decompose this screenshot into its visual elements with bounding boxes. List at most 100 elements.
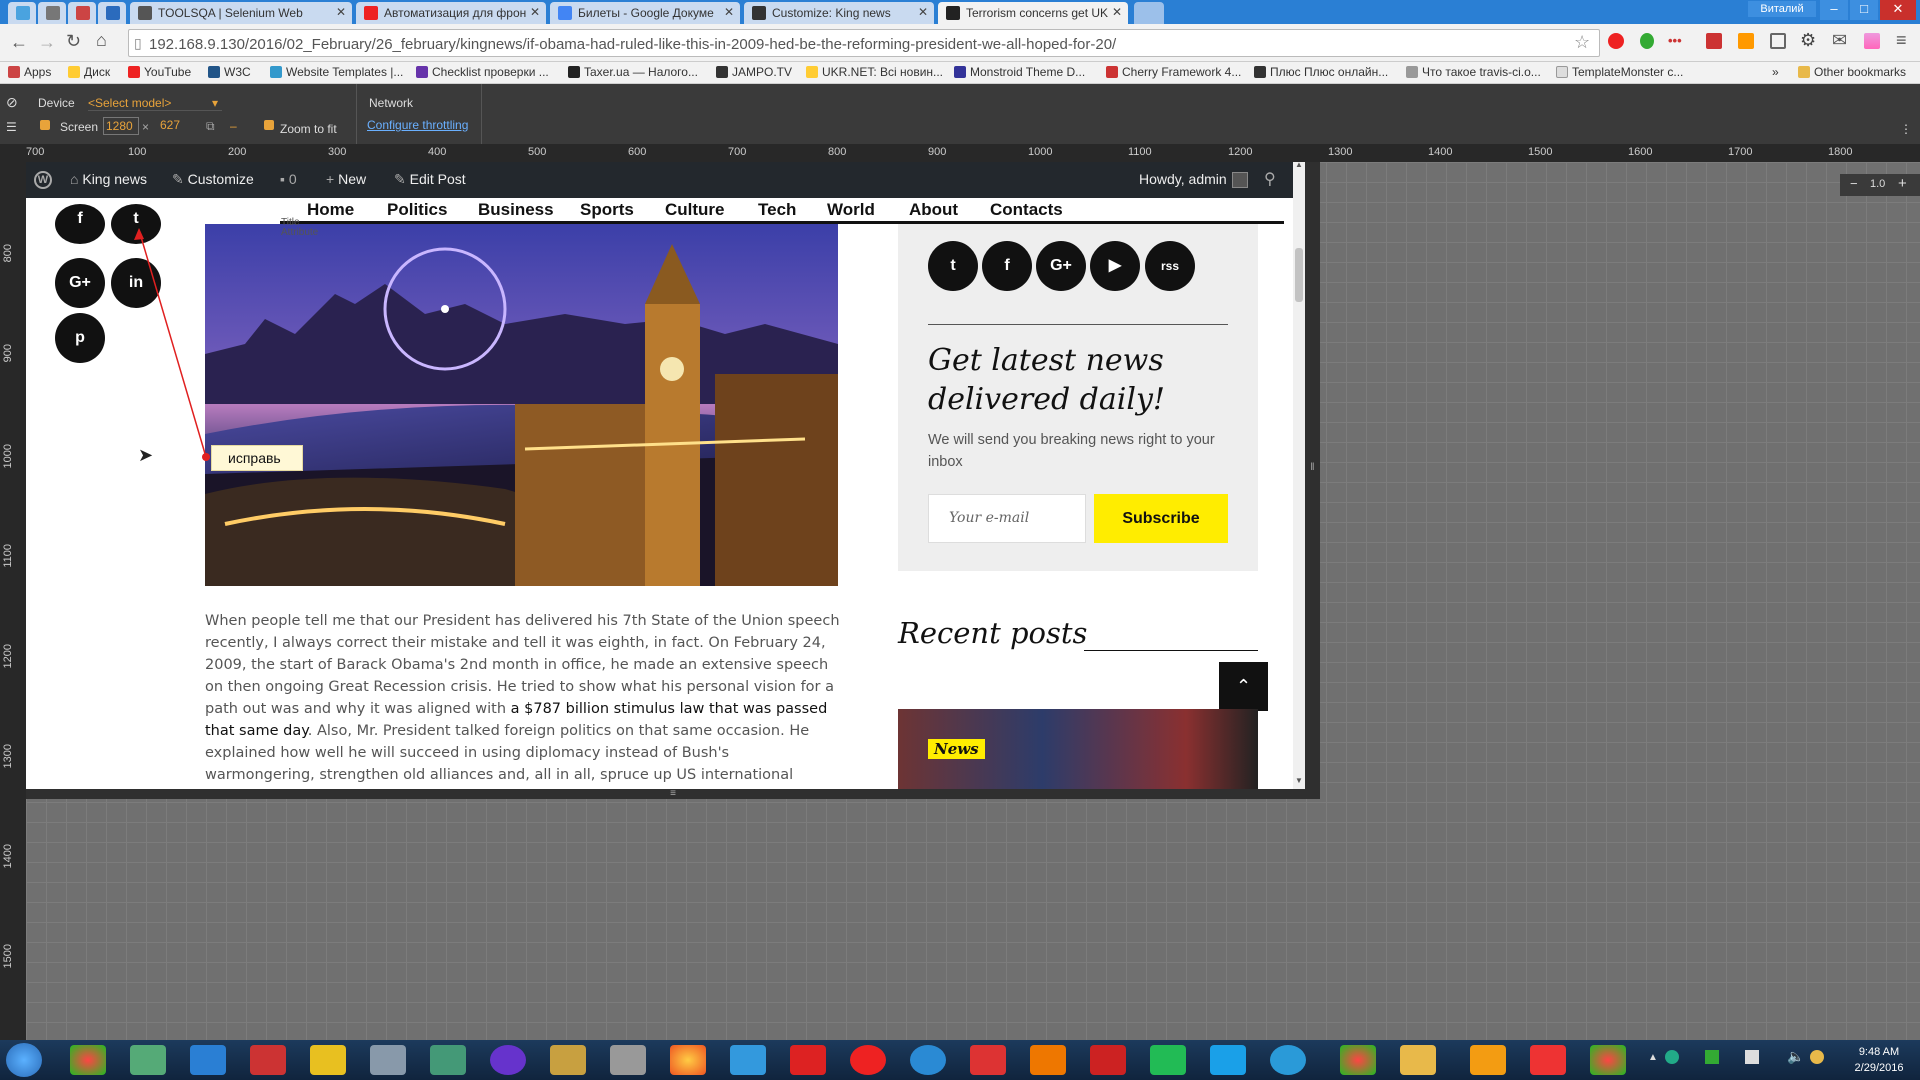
opera-icon[interactable] (850, 1045, 886, 1075)
subscribe-button[interactable]: Subscribe (1094, 494, 1228, 543)
tab-customize[interactable]: Customize: King news ✕ (744, 2, 934, 24)
tab-close-icon[interactable]: ✕ (724, 5, 734, 19)
address-bar[interactable]: ▯ 192.168.9.130/2016/02_February/26_febru… (128, 29, 1600, 57)
chrome-icon-2[interactable] (1590, 1045, 1626, 1075)
system-clock[interactable]: 9:48 AM 2/29/2016 (1846, 1044, 1912, 1076)
tab-close-icon[interactable]: ✕ (530, 5, 540, 19)
mail-icon[interactable]: ✉ (1832, 30, 1847, 51)
sidebar-facebook-icon[interactable]: f (982, 241, 1032, 291)
bookmark-ukrnet[interactable]: UKR.NET: Всі новин... (806, 65, 943, 79)
calculator-icon[interactable] (370, 1045, 406, 1075)
bookmark-apps[interactable]: Apps (8, 65, 51, 79)
reload-icon[interactable]: ↻ (66, 31, 81, 52)
bookmark-travis[interactable]: Что такое travis-ci.o... (1406, 65, 1541, 79)
media-icon[interactable] (490, 1045, 526, 1075)
telegram-icon[interactable] (1270, 1045, 1306, 1075)
configure-throttling-link[interactable]: Configure throttling (367, 118, 468, 132)
archive-icon[interactable] (250, 1045, 286, 1075)
tab-pinned-2[interactable] (38, 2, 66, 24)
sidebar-twitter-icon[interactable]: t (928, 241, 978, 291)
other-bookmarks[interactable]: Other bookmarks (1798, 65, 1906, 79)
bookmark-plus-plus[interactable]: Плюс Плюс онлайн... (1254, 65, 1388, 79)
globe-icon[interactable] (910, 1045, 946, 1075)
swap-dimensions-icon[interactable]: ⧉ (206, 119, 215, 134)
opera-icon[interactable] (1608, 33, 1624, 49)
sublime-icon[interactable] (550, 1045, 586, 1075)
scroll-down-icon[interactable]: ▼ (1295, 776, 1303, 785)
bookmark-templatemonster[interactable]: TemplateMonster c... (1556, 65, 1683, 79)
zoom-to-fit-checkbox[interactable] (264, 120, 274, 130)
bookmark-w3c[interactable]: W3C (208, 65, 251, 79)
volume-icon[interactable]: 🔈 (1787, 1048, 1804, 1065)
network-app-icon[interactable] (430, 1045, 466, 1075)
tab-active[interactable]: Terrorism concerns get UK ✕ (938, 2, 1128, 24)
more-icon[interactable]: ⋮ (1900, 122, 1912, 136)
vivaldi-icon[interactable] (970, 1045, 1006, 1075)
tab-close-icon[interactable]: ✕ (918, 5, 928, 19)
menu-icon[interactable]: ≡ (1896, 30, 1907, 51)
close-window-button[interactable]: ✕ (1880, 0, 1916, 20)
device-model-select[interactable]: <Select model> ▾ (88, 96, 222, 111)
bookmark-cherry[interactable]: Cherry Framework 4... (1106, 65, 1241, 79)
chrome-icon[interactable] (70, 1045, 106, 1075)
tray-icon-1[interactable] (1665, 1050, 1679, 1064)
extension-icon-2[interactable] (1706, 33, 1722, 49)
forward-icon[interactable]: → (38, 32, 56, 53)
tab-pinned-1[interactable] (8, 2, 36, 24)
notepad-icon[interactable] (130, 1045, 166, 1075)
toggle-drawer-icon[interactable]: ☰ (6, 120, 17, 134)
scroll-to-top-button[interactable]: ⌃ (1219, 662, 1268, 711)
tray-icon-3[interactable] (1810, 1050, 1824, 1064)
zoom-in-button[interactable]: + (1898, 175, 1907, 192)
tab-pinned-4[interactable] (98, 2, 126, 24)
bookmark-disk[interactable]: Диск (68, 65, 110, 79)
back-icon[interactable]: ← (10, 32, 28, 53)
warning-app-icon[interactable] (310, 1045, 346, 1075)
mask-icon[interactable] (610, 1045, 646, 1075)
tray-icon-2[interactable] (1705, 1050, 1719, 1064)
profile-name[interactable]: Виталий (1748, 1, 1816, 17)
bookmark-website-templates[interactable]: Website Templates |... (270, 65, 403, 79)
bookmark-star-icon[interactable]: ☆ (1574, 32, 1590, 53)
sidebar-googleplus-icon[interactable]: G+ (1036, 241, 1086, 291)
s-app-icon[interactable] (1150, 1045, 1186, 1075)
tab-close-icon[interactable]: ✕ (336, 5, 346, 19)
zoom-out-button[interactable]: − (1850, 176, 1858, 191)
firefox-icon[interactable] (670, 1045, 706, 1075)
email-input[interactable]: Your e-mail (928, 494, 1086, 543)
home-icon[interactable]: ⌂ (96, 30, 107, 51)
screen-width-input[interactable]: 1280 (103, 117, 139, 135)
sidebar-youtube-icon[interactable]: ▶ (1090, 241, 1140, 291)
screen-checkbox[interactable] (40, 120, 50, 130)
sidebar-rss-icon[interactable]: rss (1145, 241, 1195, 291)
resize-handle-bottom[interactable]: ≡ (26, 789, 1320, 799)
resize-handle-right[interactable]: ‖ (1305, 162, 1320, 789)
bookmark-monstroid[interactable]: Monstroid Theme D... (954, 65, 1085, 79)
screen-height-input[interactable]: 627 (156, 117, 192, 135)
skype-icon[interactable] (1210, 1045, 1246, 1075)
extension-icon-3[interactable] (1738, 33, 1754, 49)
maximize-button[interactable]: □ (1850, 0, 1878, 20)
app-icon-red-star[interactable] (1530, 1045, 1566, 1075)
app-icon-yellow[interactable] (1470, 1045, 1506, 1075)
app-icon-orange[interactable] (1030, 1045, 1066, 1075)
bookmark-checklist[interactable]: Checklist проверки ... (416, 65, 549, 79)
tray-expand-icon[interactable]: ▲ (1648, 1052, 1658, 1063)
extension-icon[interactable] (1640, 33, 1654, 49)
extension-icon-4[interactable] (1864, 33, 1880, 49)
explorer-icon[interactable] (1400, 1045, 1436, 1075)
anydesk-icon[interactable] (1090, 1045, 1126, 1075)
tab-toolsqa[interactable]: TOOLSQA | Selenium Web ✕ (130, 2, 352, 24)
tab-automation[interactable]: Автоматизация для фрон ✕ (356, 2, 546, 24)
tab-close-icon[interactable]: ✕ (1112, 5, 1122, 19)
bookmark-youtube[interactable]: YouTube (128, 65, 191, 79)
flag-icon[interactable] (1745, 1050, 1759, 1064)
extension-dots-icon[interactable]: ••• (1668, 33, 1684, 49)
tab-pinned-3[interactable] (68, 2, 96, 24)
tab-google-docs[interactable]: Билеты - Google Докуме ✕ (550, 2, 740, 24)
bookmark-taxer[interactable]: Taxer.ua — Налого... (568, 65, 698, 79)
chrome-active-icon[interactable] (1340, 1045, 1376, 1075)
start-button[interactable] (6, 1043, 42, 1077)
new-tab-button[interactable] (1134, 2, 1164, 24)
scrollbar-thumb[interactable] (1295, 248, 1303, 302)
